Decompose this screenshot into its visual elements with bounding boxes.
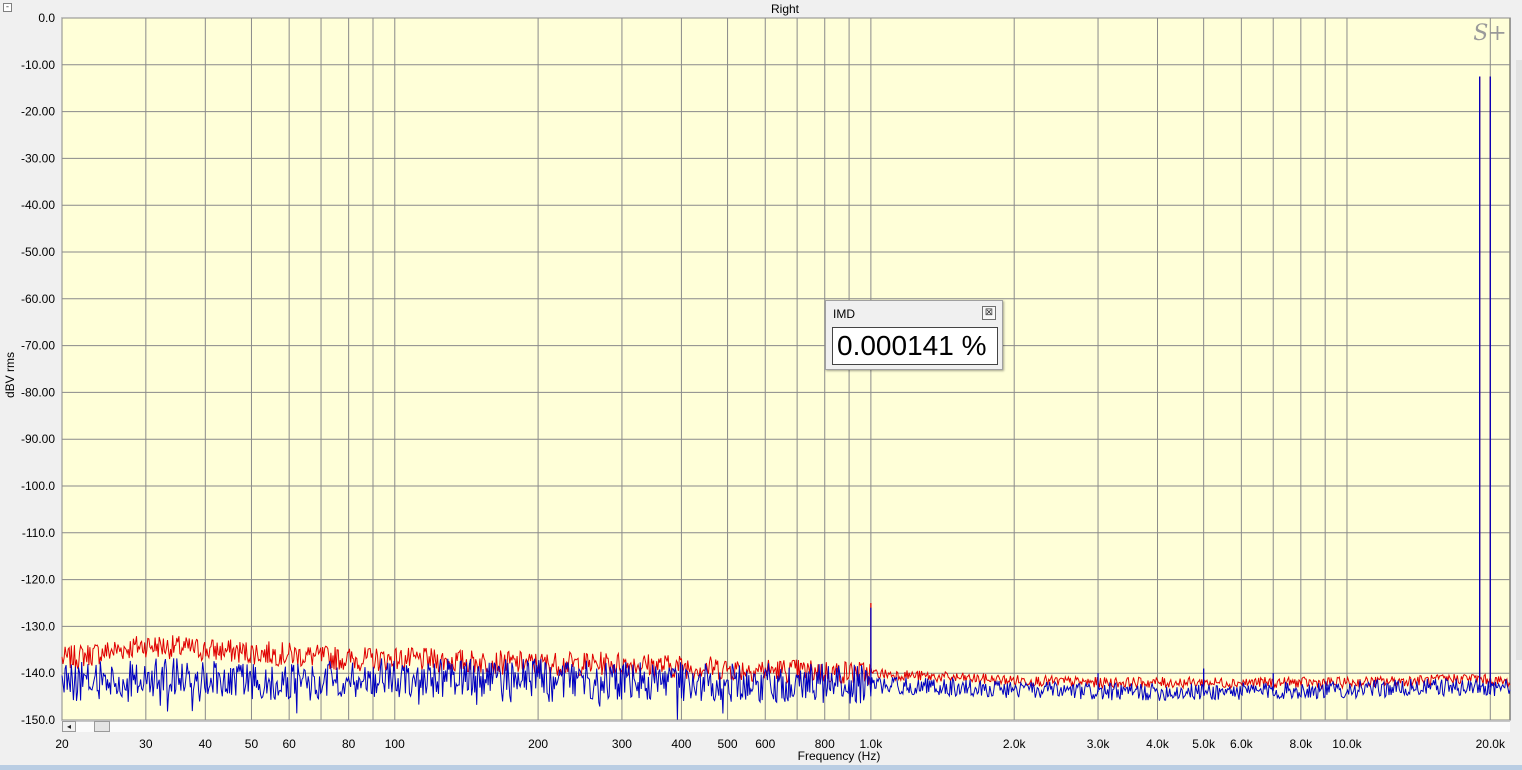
y-tick-label: -140.0	[21, 666, 55, 680]
horizontal-scrollbar[interactable]	[62, 721, 1510, 732]
y-tick-label: 0.0	[38, 11, 55, 25]
imd-value-readout: 0.000141 %	[832, 327, 998, 365]
scroll-left-arrow-icon[interactable]: ◂	[62, 721, 76, 732]
y-tick-label: -120.0	[21, 573, 55, 587]
x-tick-label: 20.0k	[1476, 737, 1506, 751]
x-tick-label: 5.0k	[1192, 737, 1216, 751]
y-tick-label: -40.00	[21, 198, 55, 212]
y-tick-label: -70.00	[21, 339, 55, 353]
x-tick-label: 40	[199, 737, 213, 751]
x-tick-label: 4.0k	[1146, 737, 1170, 751]
right-scroll-gutter	[1516, 60, 1522, 660]
y-tick-label: -60.00	[21, 292, 55, 306]
x-tick-label: 6.0k	[1230, 737, 1254, 751]
y-tick-label: -50.00	[21, 245, 55, 259]
x-tick-labels: 20 30 40 50 60 80 100 200 300 400 500 600 800 1.0k 2.0…	[55, 737, 1506, 751]
x-axis-label: Frequency (Hz)	[798, 749, 881, 763]
y-axis-label: dBV rms	[3, 352, 17, 398]
x-tick-label: 200	[528, 737, 548, 751]
x-tick-label: 100	[385, 737, 405, 751]
y-tick-label: -20.00	[21, 105, 55, 119]
imd-panel-title: IMD	[833, 307, 855, 321]
x-tick-label: 60	[282, 737, 296, 751]
x-tick-label: 30	[139, 737, 153, 751]
close-icon[interactable]: ⊠	[982, 306, 996, 320]
x-tick-label: 80	[342, 737, 356, 751]
scroll-thumb[interactable]	[94, 721, 110, 732]
x-tick-label: 8.0k	[1289, 737, 1313, 751]
plot-area	[61, 17, 1511, 721]
x-tick-label: 400	[671, 737, 691, 751]
y-tick-label: -90.00	[21, 432, 55, 446]
y-tick-label: -130.0	[21, 619, 55, 633]
x-tick-label: 3.0k	[1087, 737, 1111, 751]
y-tick-label: -10.00	[21, 58, 55, 72]
x-tick-label: 600	[755, 737, 775, 751]
s-plus-logo: S+	[1473, 21, 1507, 46]
chart-title: Right	[771, 2, 800, 16]
y-tick-label: -150.0	[21, 713, 55, 727]
y-tick-label: -110.0	[22, 526, 55, 540]
x-tick-label: 50	[245, 737, 259, 751]
x-tick-label: 2.0k	[1003, 737, 1027, 751]
x-tick-label: 20	[55, 737, 69, 751]
spectrum-chart: Right 0.0 -10.00 -20.00 -30.00 -40.00 -50.00 -…	[3, 2, 1511, 763]
y-tick-label: -80.00	[21, 385, 55, 399]
x-tick-label: 500	[718, 737, 738, 751]
imd-panel[interactable]: IMD ⊠ 0.000141 %	[825, 300, 1003, 370]
status-strip	[0, 765, 1522, 770]
y-tick-label: -30.00	[21, 151, 55, 165]
x-tick-label: 10.0k	[1332, 737, 1362, 751]
y-tick-labels: 0.0 -10.00 -20.00 -30.00 -40.00 -50.00 -60.00 -…	[21, 11, 55, 727]
y-tick-label: -100.0	[21, 479, 55, 493]
x-tick-label: 300	[612, 737, 632, 751]
